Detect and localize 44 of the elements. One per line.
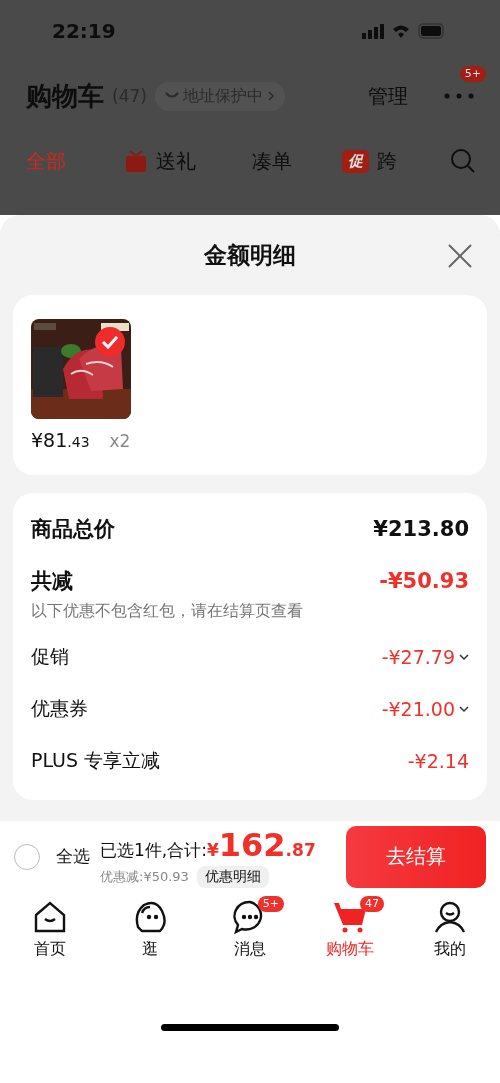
nav-tab[interactable]: 消息 5+ — [210, 898, 290, 972]
discount-details-button[interactable]: 优惠明细 — [196, 865, 269, 888]
status-time: 22:19 — [52, 19, 116, 43]
promo-tag: 促 — [342, 149, 369, 173]
discount-label: 促销 — [31, 644, 69, 669]
reduction-note: 以下优惠不包含红包，请在结算页查看 — [31, 601, 304, 622]
discount-label: PLUS 专享立减 — [31, 748, 161, 773]
count-badge: 5+ — [257, 896, 284, 913]
discount-label: 优惠券 — [31, 696, 88, 721]
sheet-title: 金额明细 — [204, 240, 296, 270]
reduction-label: 共减 — [31, 568, 73, 595]
total-price: ¥162.87 — [206, 825, 316, 864]
item-price: ¥81.43 — [31, 429, 90, 451]
reduction-value: -¥50.93 — [379, 569, 469, 593]
discount-text: 优惠减:¥50.93 — [100, 867, 189, 886]
person-icon — [432, 899, 468, 935]
filter-tab[interactable]: 凑单 — [252, 147, 292, 175]
total-value: ¥213.80 — [373, 517, 469, 541]
page-title: 购物车 — [26, 79, 104, 113]
nav-tab[interactable]: 首页 — [10, 898, 90, 972]
checkout-button[interactable]: 去结算 — [346, 825, 486, 888]
select-all-checkbox[interactable] — [14, 843, 40, 870]
signal-icon — [362, 23, 384, 39]
notification-badge: 5+ — [459, 66, 486, 83]
gift-icon — [124, 149, 148, 173]
battery-icon — [418, 23, 444, 39]
filter-tab[interactable]: 促 跨 — [342, 147, 397, 175]
total-label: 商品总价 — [31, 516, 115, 543]
summary-label: 已选1件,合计: — [100, 838, 207, 862]
search-icon[interactable] — [450, 148, 476, 174]
wifi-icon — [392, 23, 410, 39]
nav-tab[interactable]: 我的 — [410, 898, 490, 972]
home-icon — [32, 899, 68, 935]
filter-tab[interactable]: 送礼 — [124, 147, 196, 175]
manage-button[interactable]: 管理 — [368, 82, 408, 110]
more-icon[interactable] — [444, 93, 474, 99]
nav-tab[interactable]: 购物车 47 — [310, 898, 390, 972]
item-quantity: x2 — [109, 431, 131, 451]
nav-tab[interactable]: 逛 — [110, 898, 190, 972]
discount-value[interactable]: -¥27.79 — [381, 646, 469, 668]
discount-value[interactable]: -¥21.00 — [381, 698, 469, 720]
count-badge: 47 — [360, 896, 384, 913]
discount-value: -¥2.14 — [407, 750, 469, 772]
select-all-label[interactable]: 全选 — [56, 845, 90, 868]
